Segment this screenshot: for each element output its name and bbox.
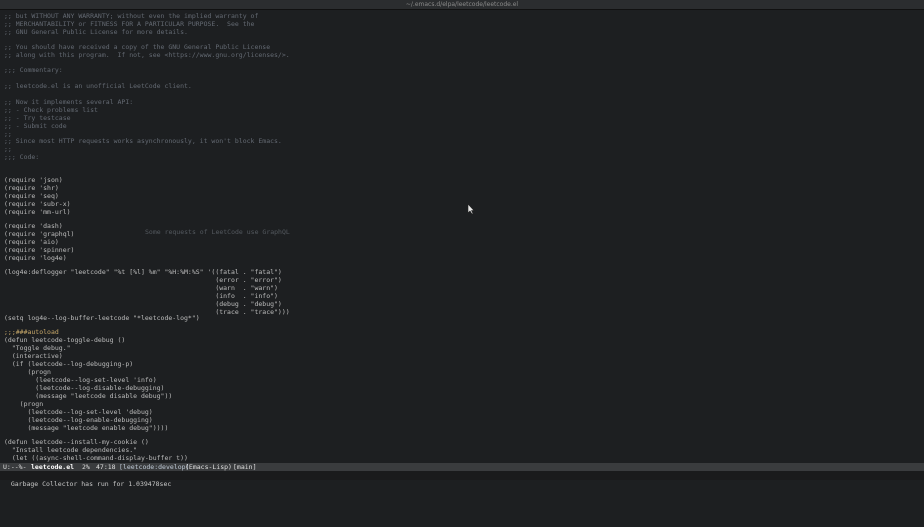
code-line: ;; - Submit code — [4, 122, 67, 130]
modeline-percent: 2% — [82, 463, 90, 471]
window-titlebar[interactable]: ~/.emacs.d/elpa/leetcode/leetcode.el — [0, 0, 924, 10]
modeline-state: U:--%- — [3, 463, 27, 471]
mouse-pointer-icon — [467, 203, 475, 215]
code-line: ;;; Code: — [4, 153, 40, 161]
code-buffer[interactable]: ;; but WITHOUT ANY WARRANTY; without eve… — [0, 10, 924, 462]
code-line: ;; Since most HTTP requests works asynch… — [4, 137, 282, 145]
inline-comment-overlay: Some requests of LeetCode use GraphQL — [145, 228, 290, 236]
code-line: (require 'mm-url) — [4, 208, 71, 216]
code-line: (require 'log4e) — [4, 254, 67, 262]
modeline-vc-branch[interactable]: [leetcode:develop] — [119, 463, 189, 471]
code-line: ;; leetcode.el is an unofficial LeetCode… — [4, 82, 192, 90]
code-line: ;; GNU General Public License for more d… — [4, 28, 188, 36]
minibuffer-message: Garbage Collector has run for 1.039478se… — [10, 480, 172, 488]
window-title: ~/.emacs.d/elpa/leetcode/leetcode.el — [405, 1, 519, 8]
modeline-buffer-name[interactable]: leetcode.el — [31, 463, 74, 471]
minibuffer[interactable]: Garbage Collector has run for 1.039478se… — [0, 471, 924, 488]
mode-line[interactable]: U:--%- leetcode.el 2% 47:18 [leetcode:de… — [0, 463, 924, 471]
modeline-extra: [main] — [233, 463, 257, 471]
code-line: (setq log4e--log-buffer-leetcode "*leetc… — [4, 314, 200, 322]
modeline-position: 47:18 — [96, 463, 116, 471]
code-line: (message "leetcode enable debug")))) — [4, 424, 169, 432]
modeline-major-mode[interactable]: (Emacs-Lisp) — [185, 463, 232, 471]
code-line: ;;; Commentary: — [4, 66, 63, 74]
code-line: (let ((async-shell-command-display-buffe… — [4, 454, 188, 462]
code-line: ;; along with this program. If not, see … — [4, 51, 290, 59]
